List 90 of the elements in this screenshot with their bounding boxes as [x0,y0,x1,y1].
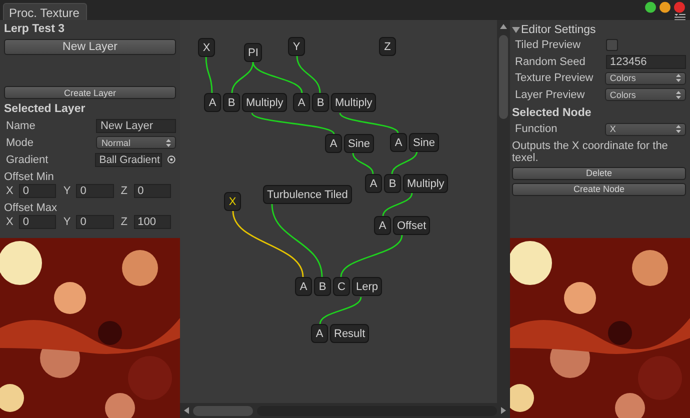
input-port[interactable]: A [390,133,407,152]
number-field[interactable]: 100 [134,215,172,229]
input-port[interactable]: A [374,216,391,235]
graph-node[interactable]: Offset [393,216,430,235]
action-button[interactable]: Delete [512,166,686,180]
foldout-triangle-icon[interactable] [512,26,520,34]
field-label: Mode [5,136,35,148]
action-button[interactable]: Create Node [512,182,686,196]
dropdown[interactable]: Colors [604,72,686,85]
axis-label: Z [120,185,128,197]
axis-label: X [5,185,14,197]
input-port[interactable]: A [293,93,310,112]
window-buttons-icon[interactable] [642,1,688,14]
target-icon[interactable] [167,155,176,164]
axis-label: Y [62,216,72,228]
connection-wire [232,210,304,278]
axis-label: X [5,216,14,228]
axis-label: Z [120,216,128,228]
connection-wire [205,56,213,94]
input-port[interactable]: A [204,93,221,112]
create-layer-button[interactable]: Create Layer [4,86,176,99]
field-label: Offset Max [4,202,58,214]
scroll-right-icon[interactable] [501,407,506,414]
number-field[interactable]: 0 [18,184,56,198]
vertical-scrollbar[interactable] [497,20,510,403]
section-heading: Selected Node [512,107,592,119]
input-port[interactable]: B [384,174,401,193]
graph-node[interactable]: Multiply [242,93,288,112]
graph-node[interactable]: Y [288,37,305,56]
field-label: Function [514,123,558,136]
graph-node[interactable]: Turbulence Tiled [263,185,352,204]
menu-icon[interactable] [674,14,686,20]
input-port[interactable]: A [365,174,382,193]
field-label: Name [5,120,36,132]
connection-wire [382,192,413,216]
graph-node[interactable]: Result [330,324,370,343]
number-field[interactable]: 0 [134,184,172,198]
graph-node[interactable]: Sine [409,133,440,152]
text-field[interactable]: 123456 [606,54,686,69]
text-field[interactable]: New Layer [96,118,176,132]
graph-node[interactable]: PI [244,43,262,62]
dropdown-arrows-icon [676,90,681,99]
axis-label: Y [62,185,72,197]
horizontal-scrollbar[interactable] [180,403,510,418]
section-heading: Selected Layer [4,103,86,115]
graph-node[interactable]: X [198,38,215,57]
dropdown[interactable]: Normal [96,136,176,149]
scroll-up-icon[interactable] [500,24,507,29]
dropdown-arrows-icon [676,74,681,82]
graph-node[interactable]: X [224,192,241,211]
scroll-thumb[interactable] [499,35,508,119]
new-layer-button[interactable]: New Layer [4,39,176,55]
input-port[interactable]: B [223,93,240,112]
graph-node[interactable]: Lerp [352,277,382,296]
graph-node[interactable]: Multiply [331,93,376,112]
field-label: Tiled Preview [514,39,582,52]
field-label: Layer Preview [514,88,586,101]
dropdown[interactable]: Colors [604,88,686,102]
input-port[interactable]: A [295,277,312,296]
node-description: Outputs the X coordinate for the texel. [512,140,669,164]
scroll-thumb[interactable] [193,406,253,416]
input-port[interactable]: A [325,134,342,153]
graph-node[interactable]: Z [379,37,396,56]
checkbox[interactable] [606,39,618,52]
input-port[interactable]: B [314,277,331,296]
document-title: Lerp Test 3 [4,23,66,35]
scroll-left-icon[interactable] [184,407,189,414]
dropdown-arrows-icon [676,125,681,134]
section-heading[interactable]: Editor Settings [521,24,596,36]
field-label: Random Seed [514,56,586,68]
connection-wire [391,150,418,174]
input-port[interactable]: C [333,277,350,296]
field-label: Texture Preview [514,72,594,84]
number-field[interactable]: 0 [18,215,56,229]
window-tab[interactable]: Proc. Texture [3,3,87,20]
input-port[interactable]: B [312,93,329,112]
connection-wire [352,152,374,174]
graph-node[interactable]: Multiply [403,174,448,193]
field-label: Gradient [5,154,50,166]
connection-wire [319,296,362,324]
object-field[interactable]: Ball Gradient [95,152,162,166]
connection-wire [339,112,399,134]
dropdown[interactable]: X [604,122,686,136]
field-label: Offset Min [4,171,55,183]
number-field[interactable]: 0 [76,184,114,198]
input-port[interactable]: A [311,324,328,343]
dropdown-arrows-icon [166,138,171,146]
graph-node[interactable]: Sine [344,134,374,153]
connection-wire [340,234,403,278]
number-field[interactable]: 0 [76,215,114,229]
